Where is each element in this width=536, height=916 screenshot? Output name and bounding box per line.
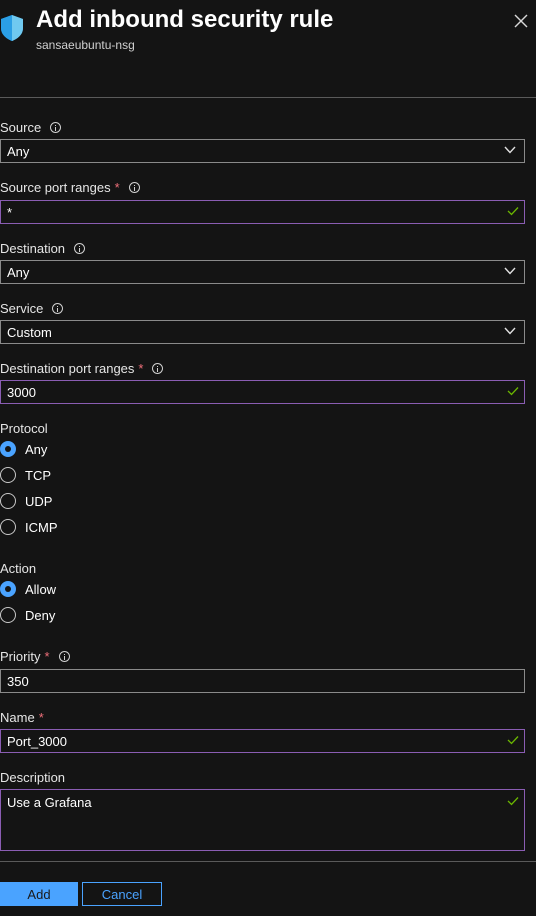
- description-label: Description: [0, 770, 66, 785]
- info-icon[interactable]: [74, 243, 86, 254]
- source-value: Any: [7, 143, 30, 159]
- checkmark-icon: [507, 207, 519, 216]
- name-input[interactable]: Port_3000: [0, 729, 525, 753]
- protocol-label: Protocol: [0, 421, 48, 436]
- radio-button[interactable]: [0, 493, 16, 509]
- cancel-button[interactable]: Cancel: [82, 882, 162, 906]
- source-label: Source: [0, 120, 62, 135]
- priority-value: 350: [7, 673, 29, 689]
- destination-port-ranges-label: Destination port ranges *: [0, 361, 164, 376]
- radio-button[interactable]: [0, 467, 16, 483]
- info-icon[interactable]: [50, 122, 62, 133]
- info-icon[interactable]: [152, 363, 164, 374]
- description-value: Use a Grafana: [7, 795, 92, 810]
- source-port-ranges-input[interactable]: *: [0, 200, 525, 224]
- destination-port-ranges-input[interactable]: 3000: [0, 380, 525, 404]
- protocol-option-udp[interactable]: UDP: [0, 491, 52, 511]
- destination-port-ranges-value: 3000: [7, 384, 36, 400]
- priority-input[interactable]: 350: [0, 669, 525, 693]
- panel-title: Add inbound security rule: [36, 6, 334, 33]
- chevron-down-icon: [504, 146, 516, 154]
- action-option-deny[interactable]: Deny: [0, 605, 55, 625]
- protocol-option-tcp[interactable]: TCP: [0, 465, 51, 485]
- chevron-down-icon: [504, 267, 516, 275]
- close-icon[interactable]: [512, 12, 530, 30]
- info-icon[interactable]: [52, 303, 64, 314]
- destination-select[interactable]: Any: [0, 260, 525, 284]
- destination-value: Any: [7, 264, 30, 280]
- destination-label: Destination: [0, 241, 86, 256]
- name-value: Port_3000: [7, 733, 67, 749]
- checkmark-icon: [507, 736, 519, 745]
- shield-icon: [1, 15, 23, 41]
- source-select[interactable]: Any: [0, 139, 525, 163]
- required-asterisk: *: [38, 710, 44, 725]
- service-select[interactable]: Custom: [0, 320, 525, 344]
- checkmark-icon: [507, 387, 519, 396]
- description-textarea[interactable]: Use a Grafana: [0, 789, 525, 851]
- protocol-option-icmp[interactable]: ICMP: [0, 517, 58, 537]
- radio-button[interactable]: [0, 607, 16, 623]
- required-asterisk: *: [138, 361, 144, 376]
- checkmark-icon: [507, 797, 519, 806]
- source-port-ranges-value: *: [7, 204, 13, 220]
- name-label: Name *: [0, 710, 44, 725]
- action-label: Action: [0, 561, 37, 576]
- radio-button[interactable]: [0, 519, 16, 535]
- info-icon[interactable]: [128, 182, 140, 193]
- add-button[interactable]: Add: [0, 882, 78, 906]
- required-asterisk: *: [114, 180, 120, 195]
- info-icon[interactable]: [58, 651, 70, 662]
- radio-button[interactable]: [0, 441, 16, 457]
- footer-divider: [0, 861, 536, 862]
- required-asterisk: *: [44, 649, 50, 664]
- source-port-ranges-label: Source port ranges *: [0, 180, 140, 195]
- header-divider: [0, 97, 536, 98]
- protocol-option-any[interactable]: Any: [0, 439, 47, 459]
- add-inbound-rule-panel: Add inbound security rule sansaeubuntu-n…: [0, 0, 536, 916]
- panel-subtitle: sansaeubuntu-nsg: [36, 38, 135, 52]
- priority-label: Priority *: [0, 649, 70, 664]
- radio-button[interactable]: [0, 581, 16, 597]
- service-label: Service: [0, 301, 64, 316]
- chevron-down-icon: [504, 327, 516, 335]
- action-option-allow[interactable]: Allow: [0, 579, 56, 599]
- service-value: Custom: [7, 324, 52, 340]
